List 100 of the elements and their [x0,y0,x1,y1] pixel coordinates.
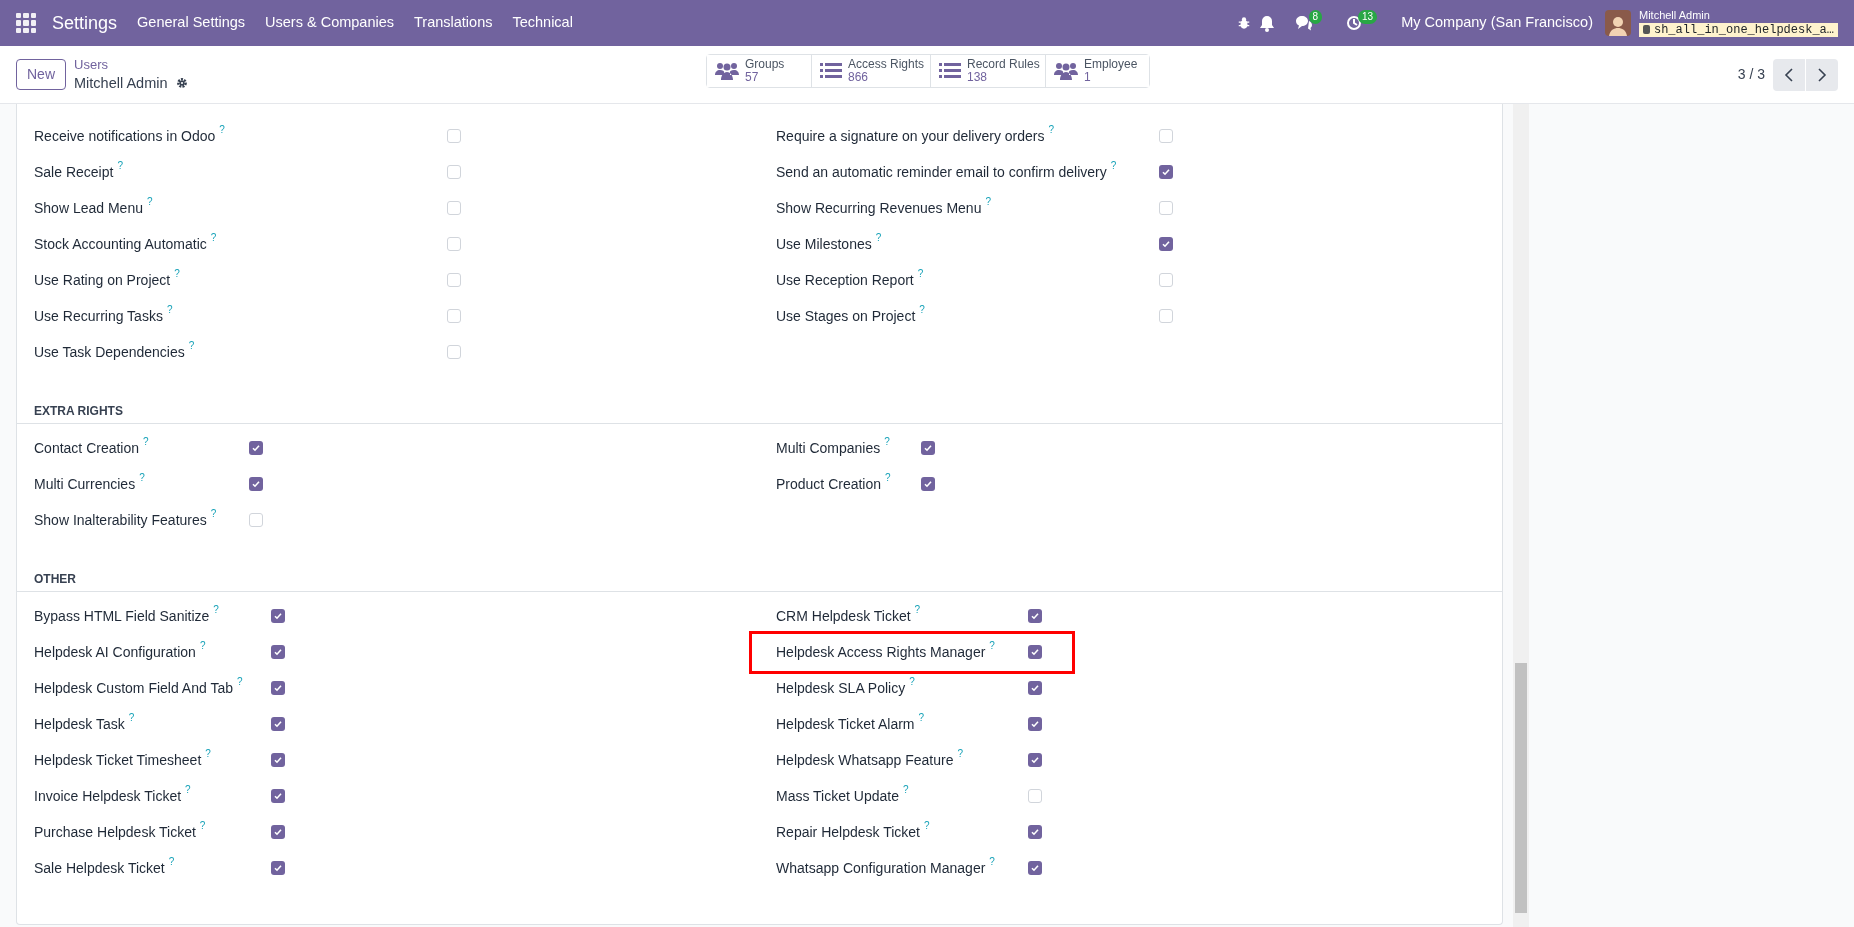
help-tooltip[interactable]: ? [185,784,191,795]
smart-button[interactable]: Employee 1 [1045,55,1149,87]
menu-item[interactable]: General Settings [137,12,246,34]
checkbox[interactable] [1028,825,1042,839]
previous-button[interactable] [1773,58,1805,91]
help-tooltip[interactable]: ? [146,196,153,207]
checkbox[interactable] [1159,201,1173,215]
company-switcher[interactable]: My Company (San Francisco) [1401,12,1593,34]
menu-item[interactable]: Technical [512,12,573,34]
checkbox[interactable] [1028,717,1042,731]
check-icon [1030,647,1040,657]
help-tooltip[interactable]: ? [210,508,217,519]
menu-item[interactable]: Translations [414,12,493,34]
checkbox[interactable] [249,441,263,455]
app-title[interactable]: Settings [52,9,118,37]
checkbox[interactable] [447,273,461,287]
check-icon [1030,755,1040,765]
checkbox[interactable] [271,681,285,695]
help-tooltip[interactable]: ? [1110,160,1117,171]
help-tooltip[interactable]: ? [143,436,149,447]
help-tooltip[interactable]: ? [909,676,915,687]
checkbox[interactable] [249,477,263,491]
breadcrumb-link[interactable]: Users [74,57,188,74]
checkbox[interactable] [1028,789,1042,803]
database-badge: sh_all_in_one_helpdesk_a… [1638,22,1838,37]
help-tooltip[interactable]: ? [168,856,175,867]
field-label: Whatsapp Configuration Manager [776,858,986,878]
help-tooltip[interactable]: ? [923,820,930,831]
help-tooltip[interactable]: ? [213,604,219,615]
user-name[interactable]: Mitchell Admin [1638,9,1838,21]
checkbox[interactable] [447,345,461,359]
checkbox[interactable] [447,309,461,323]
settings-icon[interactable] [175,76,188,89]
field-label: Contact Creation [34,438,140,458]
checkbox[interactable] [271,789,285,803]
chat-icon[interactable] [1294,15,1313,31]
checkbox[interactable] [1159,165,1173,179]
help-tooltip[interactable]: ? [989,856,995,867]
help-tooltip[interactable]: ? [188,340,195,351]
help-tooltip[interactable]: ? [205,748,211,759]
checkbox[interactable] [1028,681,1042,695]
checkbox[interactable] [271,717,285,731]
help-tooltip[interactable]: ? [875,232,882,243]
menu-item[interactable]: Users & Companies [265,12,394,34]
user-avatar[interactable] [1604,10,1631,36]
checkbox[interactable] [447,201,461,215]
field-label: Multi Companies [776,438,881,458]
help-tooltip[interactable]: ? [236,676,243,687]
app-menu-icon[interactable] [16,13,36,33]
checkbox[interactable] [921,441,935,455]
help-tooltip[interactable]: ? [884,436,890,447]
help-tooltip[interactable]: ? [139,472,145,483]
help-tooltip[interactable]: ? [199,640,206,651]
pager-value: 3 / 3 [1737,65,1765,84]
field-label: Sale Helpdesk Ticket [34,858,165,878]
help-tooltip[interactable]: ? [919,304,925,315]
field-label: Use Rating on Project [34,270,171,290]
check-icon [1030,827,1040,837]
field-label: Helpdesk Ticket Alarm [776,714,915,734]
bug-icon[interactable] [1236,16,1251,30]
checkbox[interactable] [271,645,285,659]
checkbox[interactable] [921,477,935,491]
checkbox[interactable] [1159,129,1173,143]
checkbox[interactable] [1028,645,1042,659]
checkbox[interactable] [249,513,263,527]
checkbox[interactable] [447,237,461,251]
checkbox[interactable] [271,753,285,767]
help-tooltip[interactable]: ? [174,268,180,279]
help-tooltip[interactable]: ? [985,196,991,207]
help-tooltip[interactable]: ? [199,820,206,831]
checkbox[interactable] [271,609,285,623]
help-tooltip[interactable]: ? [210,232,217,243]
checkbox[interactable] [1159,309,1173,323]
next-button[interactable] [1806,58,1838,91]
checkbox[interactable] [1159,273,1173,287]
help-tooltip[interactable]: ? [918,712,925,723]
help-tooltip[interactable]: ? [957,748,963,759]
checkbox[interactable] [1028,861,1042,875]
checkbox[interactable] [447,129,461,143]
checkbox[interactable] [1028,753,1042,767]
field-label: Helpdesk AI Configuration [34,642,196,662]
checkbox[interactable] [447,165,461,179]
checkbox[interactable] [271,861,285,875]
checkbox[interactable] [1028,609,1042,623]
help-tooltip[interactable]: ? [166,304,173,315]
notification-bell-icon[interactable] [1258,14,1275,32]
help-tooltip[interactable]: ? [128,712,135,723]
help-tooltip[interactable]: ? [902,784,909,795]
help-tooltip[interactable]: ? [1048,124,1055,135]
help-tooltip[interactable]: ? [885,472,891,483]
checkbox[interactable] [271,825,285,839]
help-tooltip[interactable]: ? [917,268,924,279]
help-tooltip[interactable]: ? [219,124,225,135]
clock-icon[interactable] [1346,15,1363,31]
help-tooltip[interactable]: ? [989,640,995,651]
check-icon [273,755,283,765]
checkbox[interactable] [1159,237,1173,251]
help-tooltip[interactable]: ? [117,160,123,171]
new-button[interactable]: New [16,59,66,90]
help-tooltip[interactable]: ? [914,604,921,615]
